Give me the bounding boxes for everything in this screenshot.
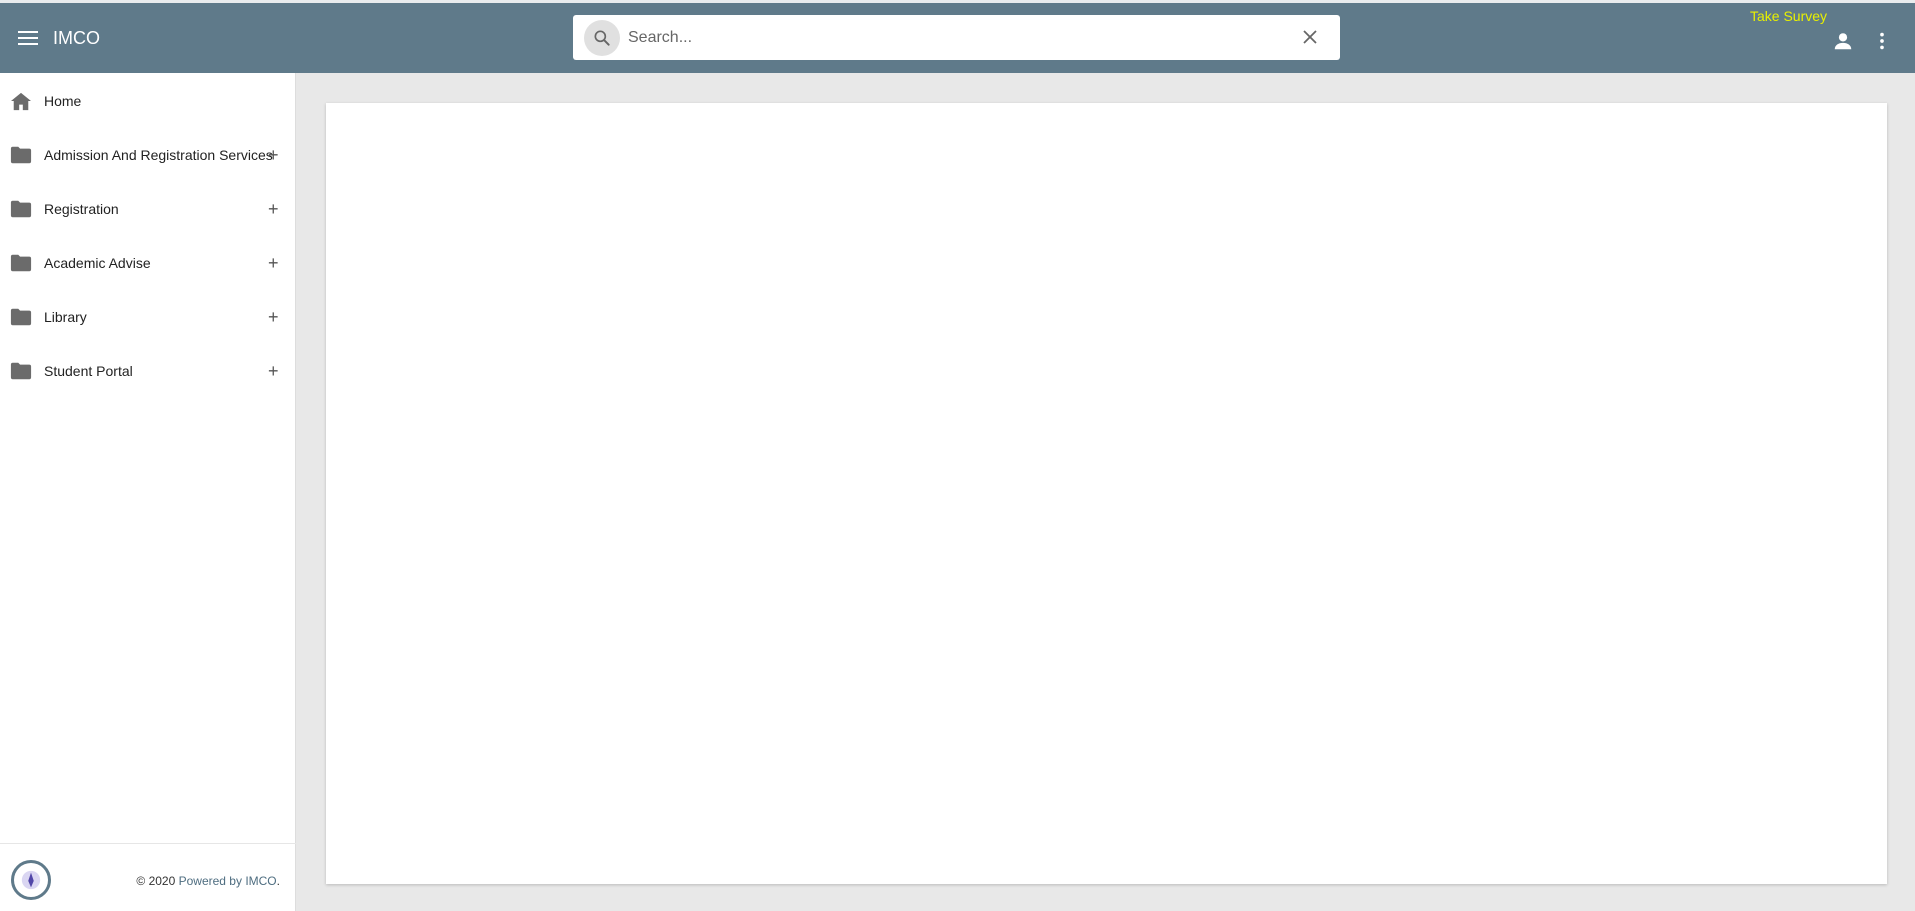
- search-bar: [573, 15, 1340, 60]
- app-title: IMCO: [53, 28, 100, 48]
- sidebar-item-label: Student Portal: [44, 363, 133, 379]
- powered-by-link[interactable]: Powered by IMCO: [179, 874, 277, 888]
- search-input[interactable]: [628, 28, 1288, 47]
- folder-icon: [10, 307, 32, 327]
- take-survey-link[interactable]: Take Survey: [1750, 8, 1827, 24]
- person-icon[interactable]: [1832, 30, 1854, 52]
- expand-icon[interactable]: +: [268, 362, 279, 380]
- top-app-bar: IMCO Take Survey: [0, 0, 1915, 73]
- sidebar-item-home[interactable]: Home: [0, 74, 295, 128]
- sidebar-item-admission[interactable]: Admission And Registration Services +: [0, 128, 295, 182]
- sidebar-item-student-portal[interactable]: Student Portal +: [0, 344, 295, 398]
- sidebar-item-registration[interactable]: Registration +: [0, 182, 295, 236]
- folder-icon: [10, 253, 32, 273]
- close-icon[interactable]: [1300, 27, 1320, 47]
- main-content-card: [326, 103, 1887, 884]
- logo-icon: [11, 860, 51, 900]
- folder-icon: [10, 361, 32, 381]
- expand-icon[interactable]: +: [268, 254, 279, 272]
- sidebar-item-label: Home: [44, 93, 82, 109]
- sidebar-item-academic-advise[interactable]: Academic Advise +: [0, 236, 295, 290]
- sidebar-nav: Home Admission And Registration Services…: [0, 73, 296, 911]
- sidebar-item-label: Admission And Registration Services: [44, 147, 273, 163]
- copyright-text: © 2020 Powered by IMCO.: [136, 874, 280, 888]
- expand-icon[interactable]: +: [268, 308, 279, 326]
- expand-icon[interactable]: +: [268, 200, 279, 218]
- expand-icon[interactable]: +: [268, 146, 279, 164]
- folder-icon: [10, 199, 32, 219]
- sidebar-item-label: Registration: [44, 201, 119, 217]
- folder-icon: [10, 145, 32, 165]
- sidebar-item-library[interactable]: Library +: [0, 290, 295, 344]
- hamburger-icon[interactable]: [16, 27, 40, 51]
- sidebar-item-label: Academic Advise: [44, 255, 151, 271]
- search-icon[interactable]: [584, 19, 620, 56]
- home-icon: [10, 91, 32, 111]
- kebab-icon[interactable]: [1870, 30, 1894, 52]
- sidebar-footer: © 2020 Powered by IMCO.: [0, 843, 296, 911]
- sidebar-item-label: Library: [44, 309, 87, 325]
